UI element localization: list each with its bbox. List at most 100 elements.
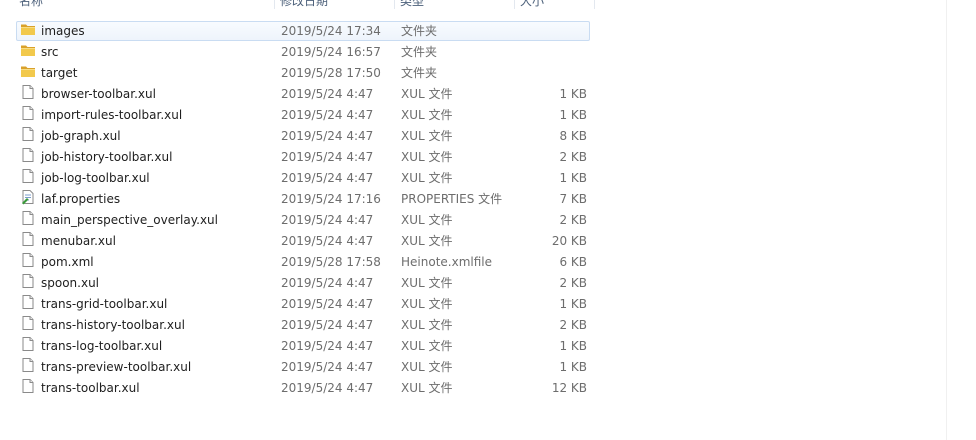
file-type: XUL 文件 — [401, 108, 453, 122]
column-header-bar: 名称 修改日期 类型 大小 — [0, 0, 596, 9]
file-name[interactable]: job-log-toolbar.xul — [41, 168, 150, 189]
file-name[interactable]: images — [41, 21, 85, 42]
file-list: images 2019/5/24 17:34 文件夹 src 2019/5/24 16:… — [0, 21, 600, 399]
file-size: 1 KB — [559, 108, 587, 122]
file-type: XUL 文件 — [401, 360, 453, 374]
column-divider[interactable] — [594, 0, 595, 9]
file-date: 2019/5/28 17:50 — [281, 66, 381, 80]
column-divider[interactable] — [514, 0, 515, 9]
file-row[interactable]: trans-log-toolbar.xul 2019/5/24 4:47 XUL 文… — [0, 336, 600, 357]
file-size: 2 KB — [559, 318, 587, 332]
file-type: XUL 文件 — [401, 381, 453, 395]
file-name[interactable]: trans-log-toolbar.xul — [41, 336, 162, 357]
file-name[interactable]: laf.properties — [41, 189, 120, 210]
file-date: 2019/5/24 4:47 — [281, 381, 374, 395]
column-header-name[interactable]: 名称 — [19, 0, 43, 9]
file-size — [516, 42, 587, 63]
file-row[interactable]: trans-grid-toolbar.xul 2019/5/24 4:47 XUL … — [0, 294, 600, 315]
file-row[interactable]: main_perspective_overlay.xul 2019/5/24 4:… — [0, 210, 600, 231]
file-size: 8 KB — [559, 129, 587, 143]
file-icon — [20, 168, 36, 189]
file-icon — [20, 357, 36, 378]
file-date: 2019/5/24 4:47 — [281, 297, 374, 311]
file-icon — [20, 210, 36, 231]
file-date: 2019/5/24 17:16 — [281, 192, 381, 206]
file-icon — [20, 294, 36, 315]
file-row[interactable]: trans-toolbar.xul 2019/5/24 4:47 XUL 文件 12 … — [0, 378, 600, 399]
file-size — [516, 21, 587, 42]
file-row[interactable]: trans-history-toolbar.xul 2019/5/24 4:47 X… — [0, 315, 600, 336]
file-icon — [20, 252, 36, 273]
file-row[interactable]: job-graph.xul 2019/5/24 4:47 XUL 文件 8 KB — [0, 126, 600, 147]
column-header-size[interactable]: 大小 — [520, 0, 544, 9]
file-size: 12 KB — [551, 381, 587, 395]
file-row[interactable]: trans-preview-toolbar.xul 2019/5/24 4:47 X… — [0, 357, 600, 378]
file-type: Heinote.xmlfile — [401, 255, 492, 269]
file-name[interactable]: job-history-toolbar.xul — [41, 147, 172, 168]
file-name[interactable]: trans-history-toolbar.xul — [41, 315, 185, 336]
file-name[interactable]: browser-toolbar.xul — [41, 84, 156, 105]
file-row[interactable]: src 2019/5/24 16:57 文件夹 — [0, 42, 600, 63]
file-row[interactable]: pom.xml 2019/5/28 17:58 Heinote.xmlfile 6 K… — [0, 252, 600, 273]
folder-icon — [20, 42, 36, 63]
file-date: 2019/5/24 17:34 — [281, 24, 381, 38]
file-date: 2019/5/24 4:47 — [281, 129, 374, 143]
file-icon — [20, 378, 36, 399]
file-name[interactable]: import-rules-toolbar.xul — [41, 105, 182, 126]
file-row[interactable]: images 2019/5/24 17:34 文件夹 — [0, 21, 600, 42]
file-name[interactable]: job-graph.xul — [41, 126, 121, 147]
file-row[interactable]: spoon.xul 2019/5/24 4:47 XUL 文件 2 KB — [0, 273, 600, 294]
file-row[interactable]: browser-toolbar.xul 2019/5/24 4:47 XUL 文件 1… — [0, 84, 600, 105]
file-type: 文件夹 — [401, 24, 438, 38]
file-date: 2019/5/24 4:47 — [281, 234, 374, 248]
file-date: 2019/5/24 4:47 — [281, 87, 374, 101]
file-date: 2019/5/24 4:47 — [281, 213, 374, 227]
file-name[interactable]: pom.xml — [41, 252, 94, 273]
file-name[interactable]: spoon.xul — [41, 273, 99, 294]
file-date: 2019/5/24 16:57 — [281, 45, 381, 59]
file-date: 2019/5/24 4:47 — [281, 276, 374, 290]
properties-file-icon — [20, 189, 36, 210]
file-name[interactable]: main_perspective_overlay.xul — [41, 210, 218, 231]
file-type: XUL 文件 — [401, 234, 453, 248]
file-name[interactable]: trans-preview-toolbar.xul — [41, 357, 191, 378]
file-date: 2019/5/24 4:47 — [281, 360, 374, 374]
column-divider[interactable] — [274, 0, 275, 9]
file-date: 2019/5/24 4:47 — [281, 339, 374, 353]
file-type: XUL 文件 — [401, 150, 453, 164]
file-icon — [20, 231, 36, 252]
file-row[interactable]: target 2019/5/28 17:50 文件夹 — [0, 63, 600, 84]
file-size: 1 KB — [559, 360, 587, 374]
file-name[interactable]: trans-grid-toolbar.xul — [41, 294, 167, 315]
file-size: 2 KB — [559, 213, 587, 227]
file-type: 文件夹 — [401, 45, 438, 59]
file-type: XUL 文件 — [401, 129, 453, 143]
file-name[interactable]: target — [41, 63, 78, 84]
file-icon — [20, 315, 36, 336]
file-row[interactable]: import-rules-toolbar.xul 2019/5/24 4:47 XU… — [0, 105, 600, 126]
file-row[interactable]: job-log-toolbar.xul 2019/5/24 4:47 XUL 文件 1… — [0, 168, 600, 189]
column-divider[interactable] — [394, 0, 395, 9]
file-type: XUL 文件 — [401, 87, 453, 101]
column-header-type[interactable]: 类型 — [400, 0, 424, 9]
file-size: 20 KB — [551, 234, 587, 248]
file-type: XUL 文件 — [401, 171, 453, 185]
file-type: XUL 文件 — [401, 339, 453, 353]
file-row[interactable]: job-history-toolbar.xul 2019/5/24 4:47 XUL… — [0, 147, 600, 168]
file-name[interactable]: menubar.xul — [41, 231, 116, 252]
file-row[interactable]: menubar.xul 2019/5/24 4:47 XUL 文件 20 KB — [0, 231, 600, 252]
file-name[interactable]: src — [41, 42, 59, 63]
file-type: XUL 文件 — [401, 318, 453, 332]
file-date: 2019/5/24 4:47 — [281, 150, 374, 164]
pane-divider — [946, 0, 947, 440]
file-date: 2019/5/24 4:47 — [281, 171, 374, 185]
file-name[interactable]: trans-toolbar.xul — [41, 378, 140, 399]
file-size: 1 KB — [559, 339, 587, 353]
column-header-date[interactable]: 修改日期 — [280, 0, 328, 9]
file-row[interactable]: laf.properties 2019/5/24 17:16 PROPERTIES … — [0, 189, 600, 210]
file-size — [516, 63, 587, 84]
file-type: 文件夹 — [401, 66, 438, 80]
file-size: 1 KB — [559, 297, 587, 311]
file-date: 2019/5/24 4:47 — [281, 108, 374, 122]
file-size: 2 KB — [559, 150, 587, 164]
